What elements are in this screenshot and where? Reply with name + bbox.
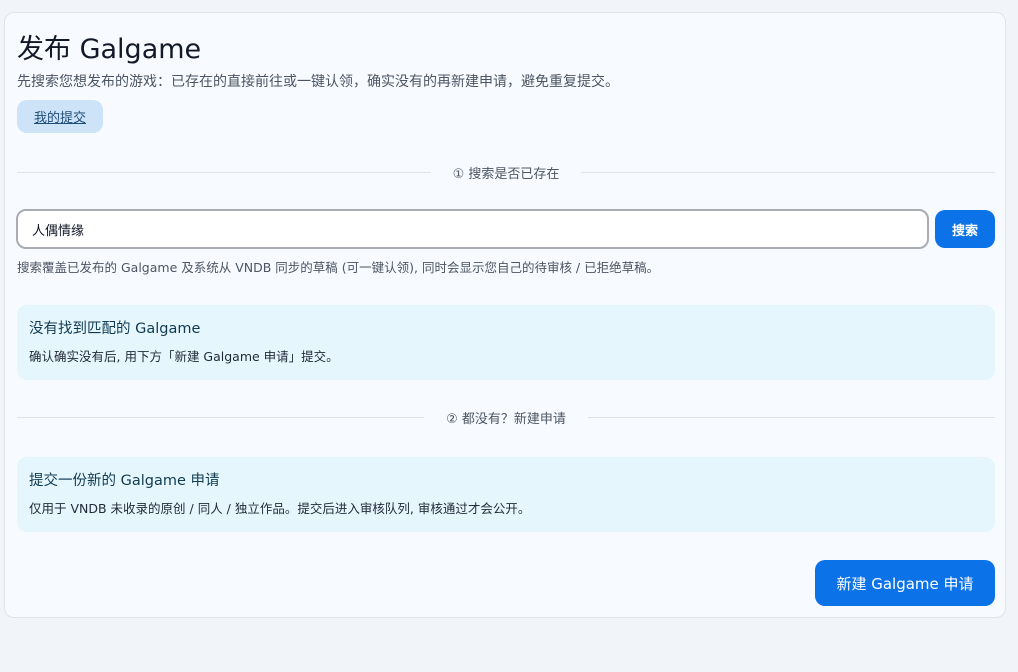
no-match-title: 没有找到匹配的 Galgame bbox=[29, 321, 201, 337]
new-galgame-request-button[interactable]: 新建 Galgame 申请 bbox=[815, 560, 995, 606]
divider-line bbox=[17, 416, 425, 418]
step1-divider: ① 搜索是否已存在 bbox=[17, 162, 996, 182]
divider-line bbox=[17, 171, 431, 173]
step2-divider: ② 都没有？新建申请 bbox=[17, 407, 996, 427]
no-match-notice: 没有找到匹配的 Galgame 确认确实没有后, 用下方「新建 Galgame … bbox=[17, 305, 995, 380]
search-hint: 搜索覆盖已发布的 Galgame 及系统从 VNDB 同步的草稿 (可一键认领)… bbox=[17, 260, 660, 275]
my-submissions-button[interactable]: 我的提交 bbox=[17, 100, 103, 133]
divider-line bbox=[587, 416, 996, 418]
new-request-title: 提交一份新的 Galgame 申请 bbox=[29, 473, 220, 489]
search-button[interactable]: 搜索 bbox=[935, 210, 995, 248]
publish-card: 发布 Galgame 先搜索您想发布的游戏：已存在的直接前往或一键认领，确实没有… bbox=[4, 12, 1006, 618]
page-title: 发布 Galgame bbox=[17, 34, 202, 65]
step1-label: ① 搜索是否已存在 bbox=[452, 166, 560, 182]
new-request-notice: 提交一份新的 Galgame 申请 仅用于 VNDB 未收录的原创 / 同人 /… bbox=[17, 457, 995, 532]
search-input[interactable] bbox=[16, 209, 929, 249]
no-match-body: 确认确实没有后, 用下方「新建 Galgame 申请」提交。 bbox=[29, 349, 339, 364]
new-request-body: 仅用于 VNDB 未收录的原创 / 同人 / 独立作品。提交后进入审核队列, 审… bbox=[29, 501, 531, 516]
step2-label: ② 都没有？新建申请 bbox=[446, 411, 566, 427]
page-subtitle: 先搜索您想发布的游戏：已存在的直接前往或一键认领，确实没有的再新建申请，避免重复… bbox=[17, 74, 619, 90]
divider-line bbox=[581, 171, 996, 173]
